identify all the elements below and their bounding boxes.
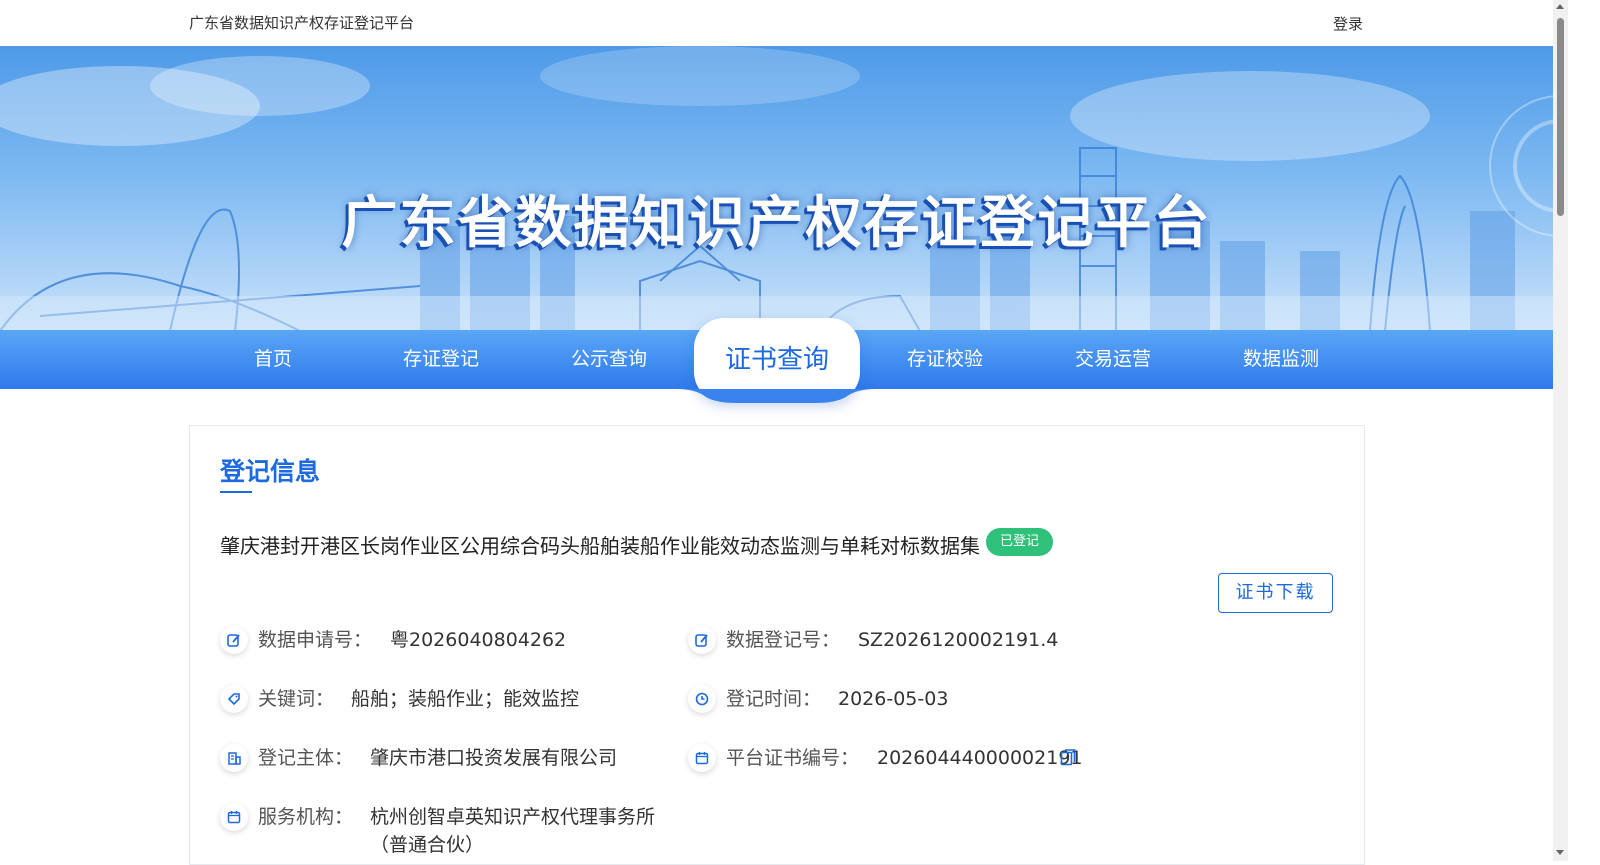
page-scrollbar[interactable] bbox=[1553, 0, 1568, 861]
section-underline bbox=[220, 491, 252, 493]
nav-item-home[interactable]: 首页 bbox=[189, 330, 357, 389]
field-keywords: 关键词： 船舶；装船作业；能效监控 bbox=[220, 684, 660, 714]
edit-icon bbox=[688, 626, 716, 654]
login-link[interactable]: 登录 bbox=[1333, 13, 1363, 34]
active-tab-notch bbox=[676, 389, 876, 403]
nav-item-monitoring[interactable]: 数据监测 bbox=[1197, 330, 1365, 389]
scroll-thumb[interactable] bbox=[1557, 18, 1564, 216]
certificate-no-label: 平台证书编号： bbox=[726, 747, 860, 769]
field-certificate-no: 平台证书编号： 20260444000002191 bbox=[688, 743, 1188, 773]
section-title: 登记信息 bbox=[220, 457, 321, 486]
copy-icon[interactable] bbox=[1060, 747, 1076, 767]
top-bar: 广东省数据知识产权存证登记平台 登录 bbox=[0, 0, 1553, 46]
nav-item-public-query[interactable]: 公示查询 bbox=[525, 330, 693, 389]
keywords-value: 船舶；装船作业；能效监控 bbox=[351, 688, 580, 710]
certificate-download-button[interactable]: 证书下载 bbox=[1218, 573, 1333, 613]
registration-time-value: 2026-05-03 bbox=[838, 688, 949, 710]
registration-no-label: 数据登记号： bbox=[726, 629, 841, 651]
nav-item-verification[interactable]: 存证校验 bbox=[861, 330, 1029, 389]
tag-icon bbox=[220, 685, 248, 713]
service-agency-label: 服务机构： bbox=[258, 806, 354, 828]
calendar-icon bbox=[220, 803, 248, 831]
field-service-agency: 服务机构： 杭州创智卓英知识产权代理事务所 （普通合伙） bbox=[220, 802, 740, 858]
registrant-label: 登记主体： bbox=[258, 747, 354, 769]
clock-icon bbox=[688, 685, 716, 713]
field-registration-no: 数据登记号： SZ2026120002191.4 bbox=[688, 625, 1188, 655]
application-no-label: 数据申请号： bbox=[258, 629, 373, 651]
nav-item-registration[interactable]: 存证登记 bbox=[357, 330, 525, 389]
banner-title: 广东省数据知识产权存证登记平台 bbox=[341, 191, 1212, 256]
application-no-value: 粤2026040804262 bbox=[390, 629, 567, 651]
service-agency-value-line2: （普通合伙） bbox=[370, 834, 485, 856]
field-registrant: 登记主体： 肇庆市港口投资发展有限公司 bbox=[220, 743, 680, 773]
field-registration-time: 登记时间： 2026-05-03 bbox=[688, 684, 1128, 714]
scroll-down-arrow-icon[interactable] bbox=[1556, 850, 1564, 855]
status-badge: 已登记 bbox=[986, 528, 1054, 556]
certificate-no-value: 20260444000002191 bbox=[877, 747, 1083, 769]
hero-banner: 广东省数据知识产权存证登记平台 bbox=[0, 46, 1553, 331]
scroll-up-arrow-icon[interactable] bbox=[1556, 4, 1564, 9]
dataset-title: 肇庆港封开港区长岗作业区公用综合码头船舶装船作业能效动态监测与单耗对标数据集 bbox=[220, 534, 980, 558]
keywords-label: 关键词： bbox=[258, 688, 335, 710]
main-nav: 首页 存证登记 公示查询 证书查询 存证校验 交易运营 数据监测 bbox=[0, 318, 1553, 402]
field-application-no: 数据申请号： 粤2026040804262 bbox=[220, 625, 660, 655]
building-icon bbox=[220, 744, 248, 772]
registration-time-label: 登记时间： bbox=[726, 688, 822, 710]
edit-icon bbox=[220, 626, 248, 654]
nav-item-trading[interactable]: 交易运营 bbox=[1029, 330, 1197, 389]
service-agency-value: 杭州创智卓英知识产权代理事务所 bbox=[370, 806, 656, 828]
registration-info-panel: 登记信息 肇庆港封开港区长岗作业区公用综合码头船舶装船作业能效动态监测与单耗对标… bbox=[189, 425, 1365, 865]
calendar-icon bbox=[688, 744, 716, 772]
registration-no-value: SZ2026120002191.4 bbox=[858, 629, 1059, 651]
site-name: 广东省数据知识产权存证登记平台 bbox=[189, 14, 415, 32]
registrant-value: 肇庆市港口投资发展有限公司 bbox=[370, 747, 618, 769]
